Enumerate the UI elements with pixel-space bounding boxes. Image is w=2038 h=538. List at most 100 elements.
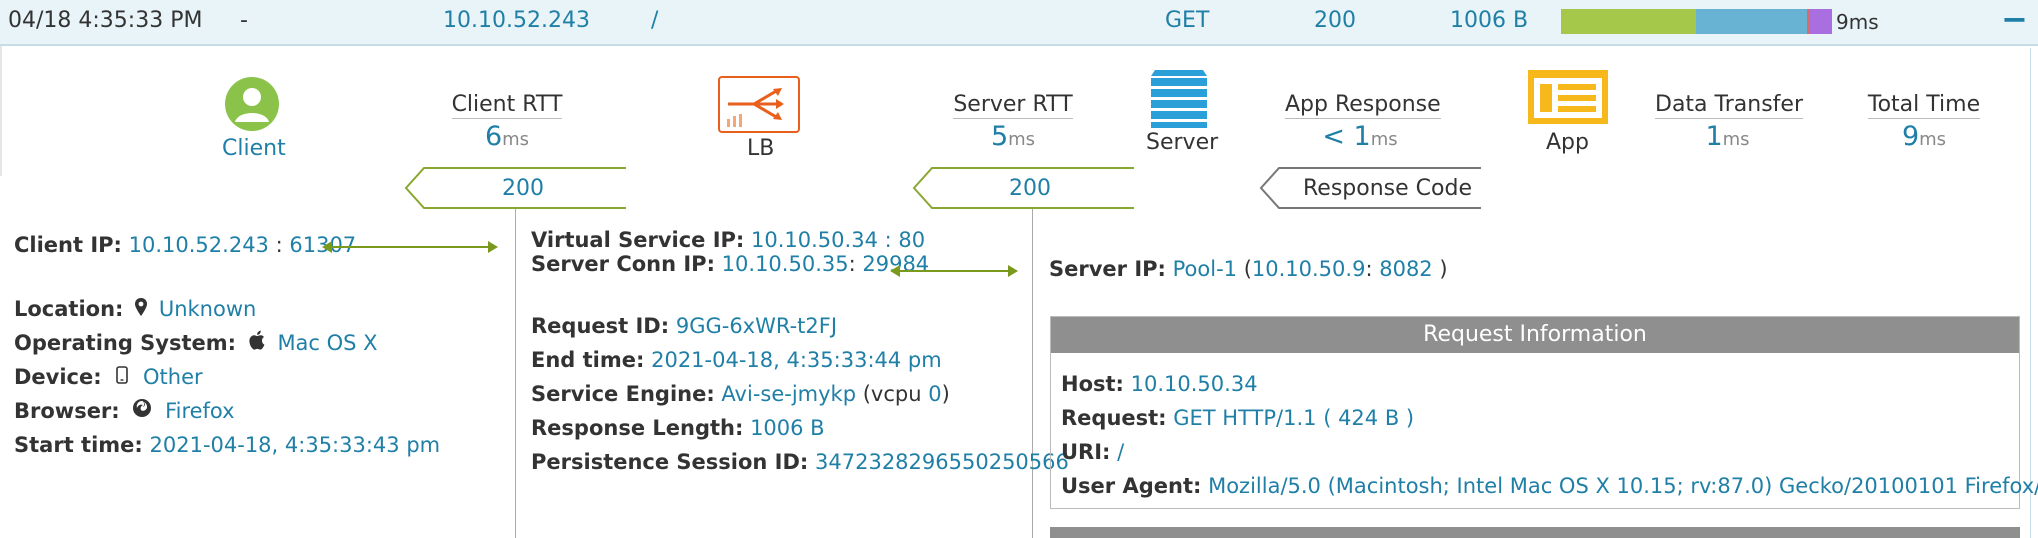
request-row: Request: GET HTTP/1.1 ( 424 B ) (1061, 401, 1414, 435)
server-ip-label: Server IP: (1049, 257, 1166, 281)
collapse-icon[interactable]: − (2001, 0, 2028, 38)
header-path[interactable]: / (651, 8, 658, 33)
client-arrow-icon (322, 236, 498, 260)
uri-row: URI: / (1061, 435, 1124, 469)
server-rtt-unit: ms (1008, 129, 1036, 150)
host-value: 10.10.50.34 (1130, 372, 1258, 396)
location-value: Unknown (158, 297, 257, 321)
start-time-label: Start time: (14, 433, 143, 457)
conn-ip-row: Server Conn IP: 10.10.50.35: 29984 (531, 252, 929, 276)
server-port: 8082 (1379, 257, 1433, 281)
device-row: Device: Other (14, 360, 203, 394)
conn-sep: : (848, 252, 863, 276)
device-label: Device: (14, 365, 102, 389)
client-ip-label: Client IP: (14, 233, 122, 257)
app-icon (1528, 70, 1608, 129)
vcpu-prefix: (vcpu (862, 382, 929, 406)
total-time-value: 9 (1901, 121, 1920, 152)
response-code-1: 200 (502, 176, 544, 201)
uri-value: / (1117, 440, 1125, 464)
os-value: Mac OS X (277, 331, 378, 355)
persistence-value: 3472328296550250566 (815, 450, 1069, 474)
user-agent-value: Mozilla/5.0 (Macintosh; Intel Mac OS X 1… (1208, 474, 2038, 498)
server-ip-value[interactable]: 10.10.50.9 (1252, 257, 1366, 281)
response-length-label: Response Length: (531, 416, 744, 440)
client-rtt-value: 6 (484, 121, 503, 152)
log-entry-header[interactable]: 04/18 4:35:33 PM - 10.10.52.243 / GET 20… (0, 0, 2038, 46)
firefox-icon (126, 394, 158, 428)
timing-segment-client-rtt (1561, 9, 1696, 34)
location-pin-icon (130, 292, 152, 326)
response-code-2: 200 (1009, 176, 1051, 201)
divider-1 (515, 209, 516, 538)
end-time-row: End time: 2021-04-18, 4:35:33:44 pm (531, 343, 942, 377)
vcpu-suffix: ) (941, 382, 950, 406)
end-time-value: 2021-04-18, 4:35:33:44 pm (651, 348, 942, 372)
timing-segment-data-transfer (1810, 9, 1832, 34)
apple-icon (243, 326, 271, 360)
vs-ip-value: 10.10.50.34 : 80 (751, 228, 926, 252)
user-agent-row: User Agent: Mozilla/5.0 (Macintosh; Inte… (1061, 469, 2038, 503)
request-id-value: 9GG-6xWR-t2FJ (675, 314, 838, 338)
browser-value: Firefox (165, 399, 235, 423)
uri-label: URI: (1061, 440, 1111, 464)
total-time-metric: Total Time 9ms (1864, 92, 1984, 152)
server-ip-row: Server IP: Pool-1 (10.10.50.9: 8082 ) (1049, 252, 1448, 286)
browser-row: Browser: Firefox (14, 394, 235, 428)
app-response-value: < 1 (1322, 121, 1371, 152)
server-icon (1149, 70, 1209, 133)
vcpu-value: 0 (928, 382, 942, 406)
lb-label: LB (747, 136, 775, 161)
data-transfer-metric: Data Transfer 1ms (1655, 92, 1803, 152)
mobile-icon (108, 360, 136, 394)
location-row: Location: Unknown (14, 292, 256, 326)
device-value: Other (143, 365, 203, 389)
timestamp: 04/18 4:35:33 PM (8, 8, 203, 33)
response-length-value: 1006 B (750, 416, 825, 440)
server-arrow-icon (890, 260, 1018, 284)
header-total-time: 9ms (1836, 10, 1879, 34)
os-label: Operating System: (14, 331, 237, 355)
start-time-row: Start time: 2021-04-18, 4:35:33:43 pm (14, 428, 440, 462)
next-panel-header (1050, 527, 2020, 538)
service-engine-value[interactable]: Avi-se-jmykp (721, 382, 856, 406)
server-rtt-label: Server RTT (953, 92, 1073, 119)
header-method[interactable]: GET (1165, 8, 1209, 33)
server-sep: : (1365, 257, 1380, 281)
header-status[interactable]: 200 (1314, 8, 1356, 33)
dash: - (240, 8, 248, 33)
paren-open: ( (1237, 257, 1252, 281)
lb-icon (718, 76, 800, 138)
browser-label: Browser: (14, 399, 120, 423)
response-length-row: Response Length: 1006 B (531, 411, 825, 445)
host-row: Host: 10.10.50.34 (1061, 367, 1258, 401)
request-id-label: Request ID: (531, 314, 670, 338)
client-rtt-label: Client RTT (451, 92, 563, 119)
request-id-row: Request ID: 9GG-6xWR-t2FJ (531, 309, 837, 343)
persistence-label: Persistence Session ID: (531, 450, 809, 474)
user-agent-label: User Agent: (1061, 474, 1202, 498)
client-ip-value[interactable]: 10.10.52.243 (129, 233, 269, 257)
client-ip-sep: : (268, 233, 290, 257)
request-info-title: Request Information (1051, 317, 2019, 353)
right-edge (2030, 48, 2031, 538)
server-rtt-value: 5 (990, 121, 1009, 152)
server-label: Server (1146, 130, 1219, 155)
request-value: GET HTTP/1.1 ( 424 B ) (1173, 406, 1415, 430)
client-icon (224, 76, 280, 137)
app-response-label: App Response (1285, 92, 1441, 119)
header-client-ip[interactable]: 10.10.52.243 (443, 8, 590, 33)
response-code-tag-1: 200 (404, 167, 626, 209)
app-response-unit: ms (1370, 129, 1398, 150)
response-code-label: Response Code (1303, 176, 1472, 201)
location-label: Location: (14, 297, 124, 321)
pool-value[interactable]: Pool-1 (1173, 257, 1237, 281)
app-label: App (1546, 130, 1589, 155)
os-row: Operating System: Mac OS X (14, 326, 378, 360)
response-code-tag-2: 200 (912, 167, 1134, 209)
persistence-row: Persistence Session ID: 3472328296550250… (531, 445, 1069, 479)
request-info-panel: Request Information Host: 10.10.50.34 Re… (1050, 316, 2038, 509)
start-time-value: 2021-04-18, 4:35:33:43 pm (149, 433, 441, 457)
host-label: Host: (1061, 372, 1124, 396)
conn-ip-value: 10.10.50.35 (721, 252, 849, 276)
